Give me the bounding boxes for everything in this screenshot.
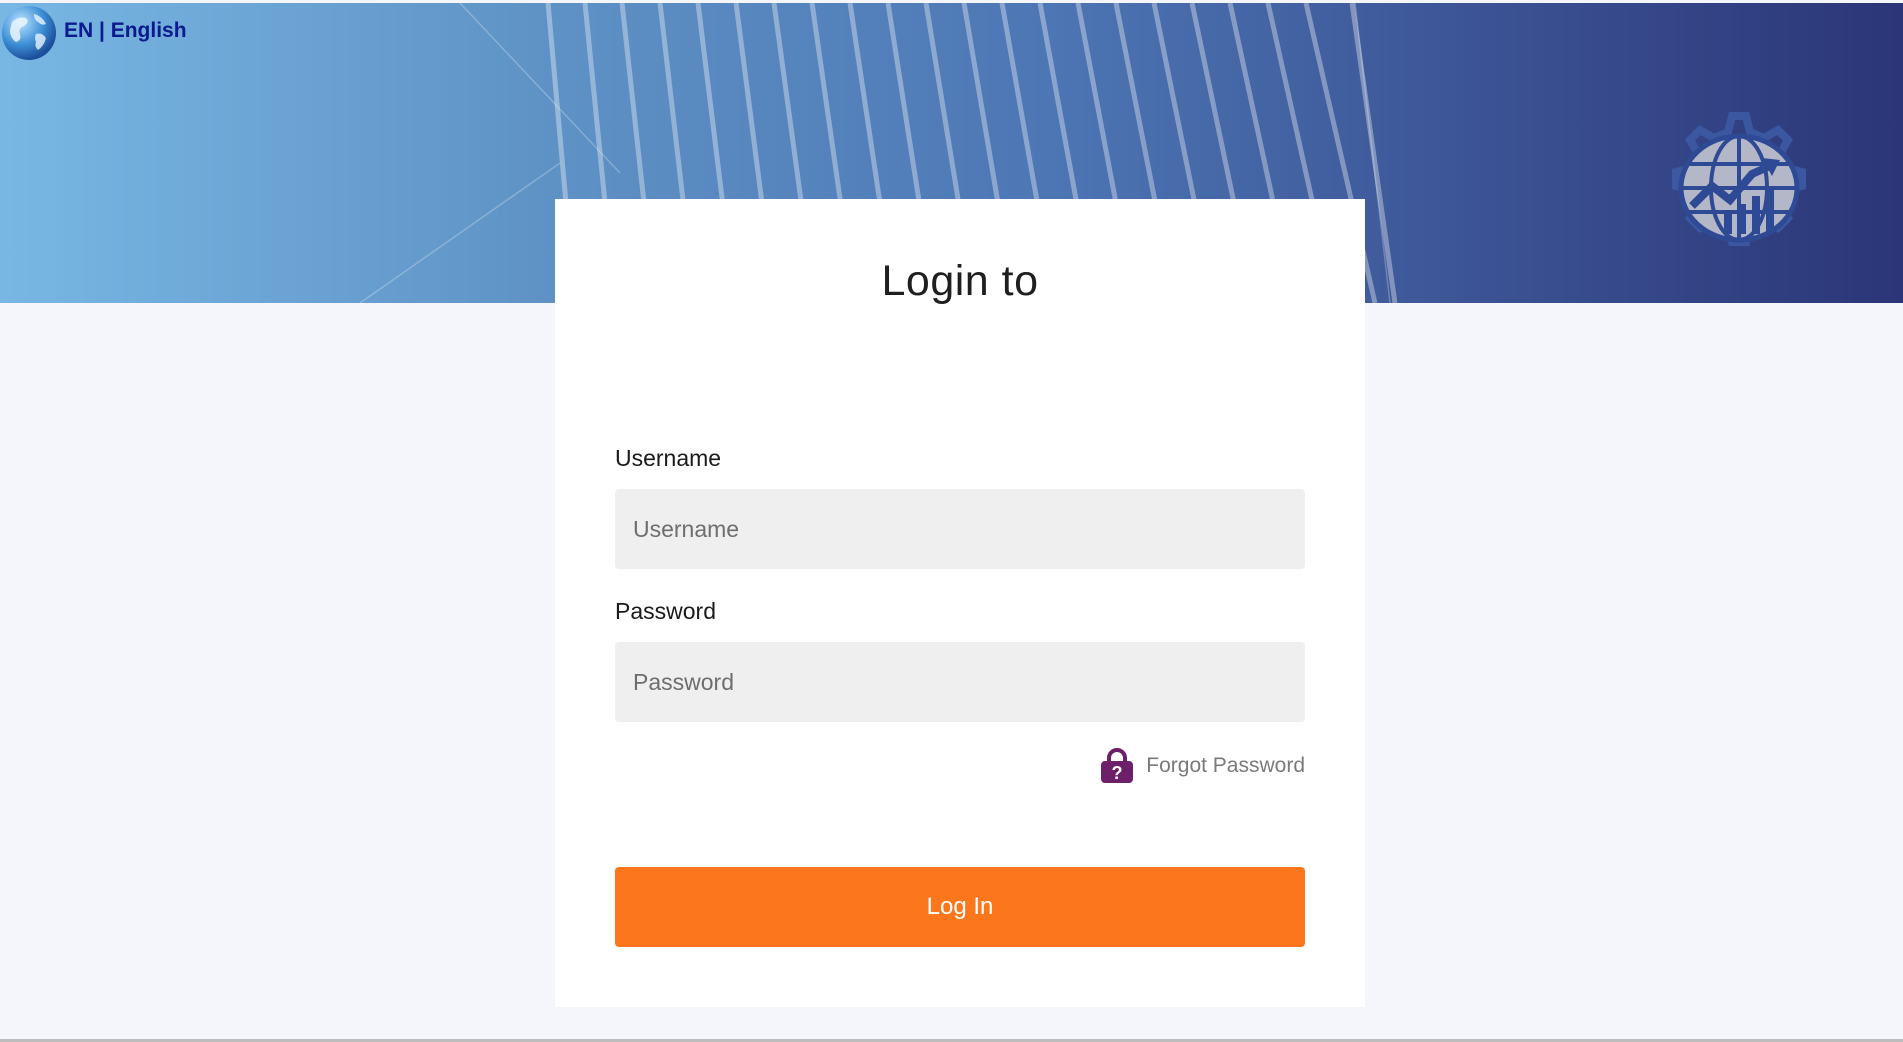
username-input[interactable] [615, 489, 1305, 569]
language-selector[interactable]: EN | English [0, 3, 187, 63]
password-input[interactable] [615, 642, 1305, 722]
svg-text:?: ? [1112, 763, 1123, 783]
login-button[interactable]: Log In [615, 867, 1305, 947]
login-title: Login to [881, 257, 1039, 305]
forgot-password-label[interactable]: Forgot Password [1146, 754, 1305, 778]
forgot-password-link[interactable]: ? Forgot Password [1098, 747, 1305, 785]
login-card: Login to Username Password ? Forgot Pass… [555, 199, 1365, 1007]
username-label: Username [615, 445, 722, 471]
globe-chart-gear-emblem-icon [1672, 112, 1806, 246]
password-label: Password [615, 598, 716, 624]
lock-question-icon: ? [1101, 748, 1134, 783]
language-label[interactable]: EN | English [64, 19, 187, 43]
globe-icon [2, 6, 56, 60]
login-page: EN | English Login to Username Username … [0, 0, 1903, 1042]
